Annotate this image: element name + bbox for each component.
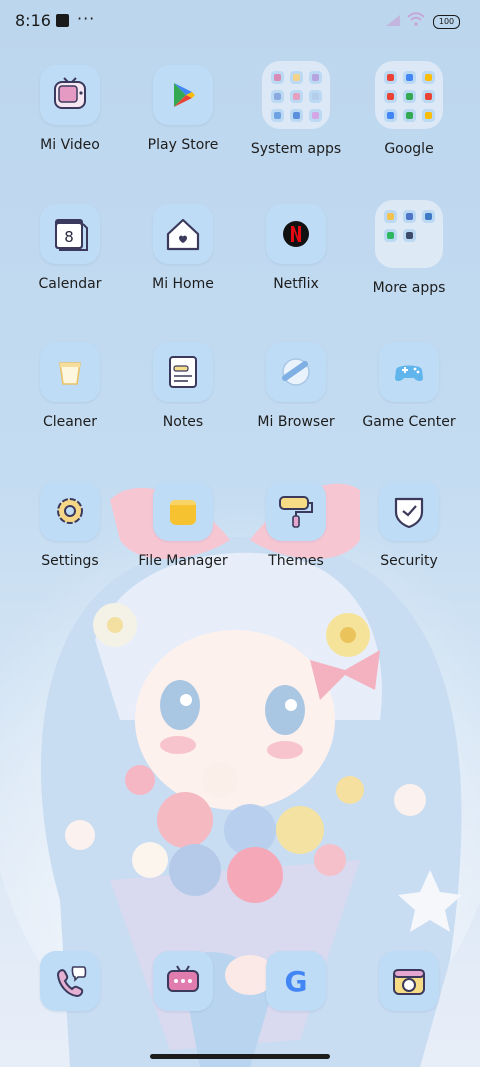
mi-browser-icon [266, 342, 326, 402]
app-themes[interactable]: Themes [240, 481, 352, 569]
dock-messaging[interactable] [127, 951, 239, 1011]
status-bar: 8:16 ··· 100 [0, 0, 480, 42]
netflix-icon [266, 204, 326, 264]
app-game-center[interactable]: Game Center [353, 342, 465, 430]
app-label: Settings [41, 553, 99, 569]
cleaner-icon [40, 342, 100, 402]
notification-icon [56, 14, 69, 27]
app-mi-home[interactable]: Mi Home [127, 204, 239, 292]
app-settings[interactable]: Settings [14, 481, 126, 569]
home-gesture-bar[interactable] [150, 1054, 330, 1059]
battery-indicator: 100 [433, 15, 460, 29]
app-file-manager[interactable]: File Manager [127, 481, 239, 569]
app-label: Mi Browser [257, 414, 335, 430]
phone-icon [40, 951, 100, 1011]
app-label: Netflix [273, 276, 319, 292]
more-apps-folder-icon [375, 200, 443, 268]
app-label: Themes [268, 553, 324, 569]
game-center-icon [379, 342, 439, 402]
app-play-store[interactable]: Play Store [127, 65, 239, 153]
app-label: Notes [162, 414, 204, 430]
app-label: Game Center [362, 414, 456, 430]
folder-label: Google [384, 141, 434, 157]
dock-phone[interactable] [14, 951, 126, 1011]
mi-video-icon [40, 65, 100, 125]
folder-label: System apps [250, 141, 342, 157]
app-notes[interactable]: Notes [127, 342, 239, 430]
security-shield-icon [379, 481, 439, 541]
google-g-icon: G [266, 951, 326, 1011]
play-store-icon [153, 65, 213, 125]
app-label: File Manager [138, 553, 228, 569]
app-label: Cleaner [42, 414, 98, 430]
app-label: Mi Home [152, 276, 214, 292]
wifi-icon [407, 12, 425, 26]
app-mi-browser[interactable]: Mi Browser [240, 342, 352, 430]
app-mi-video[interactable]: Mi Video [14, 65, 126, 153]
dock-camera[interactable] [353, 951, 465, 1011]
app-label: Security [380, 553, 438, 569]
folder-system-apps[interactable]: System apps [240, 61, 352, 157]
themes-paint-roller-icon [266, 481, 326, 541]
google-folder-icon [375, 61, 443, 129]
signal-icon [386, 15, 400, 26]
app-label: Play Store [147, 137, 219, 153]
app-label: Mi Video [40, 137, 100, 153]
folder-label: More apps [372, 280, 446, 296]
notes-icon [153, 342, 213, 402]
svg-text:G: G [285, 965, 308, 998]
app-label: Calendar [38, 276, 102, 292]
messaging-icon [153, 951, 213, 1011]
file-manager-icon [153, 481, 213, 541]
folder-google[interactable]: Google [353, 61, 465, 157]
clock: 8:16 [15, 11, 51, 30]
system-apps-folder-icon [262, 61, 330, 129]
app-calendar[interactable]: 8 Calendar [14, 204, 126, 292]
folder-more-apps[interactable]: More apps [353, 200, 465, 296]
app-netflix[interactable]: Netflix [240, 204, 352, 292]
app-security[interactable]: Security [353, 481, 465, 569]
mi-home-icon [153, 204, 213, 264]
more-notifications-icon: ··· [77, 9, 96, 28]
camera-icon [379, 951, 439, 1011]
app-cleaner[interactable]: Cleaner [14, 342, 126, 430]
dock-google-search[interactable]: G [240, 951, 352, 1011]
calendar-day: 8 [64, 228, 74, 246]
calendar-icon: 8 [40, 204, 100, 264]
home-screen: 8:16 ··· 100 Mi Video Play Store System … [0, 0, 480, 1067]
settings-gear-icon [40, 481, 100, 541]
